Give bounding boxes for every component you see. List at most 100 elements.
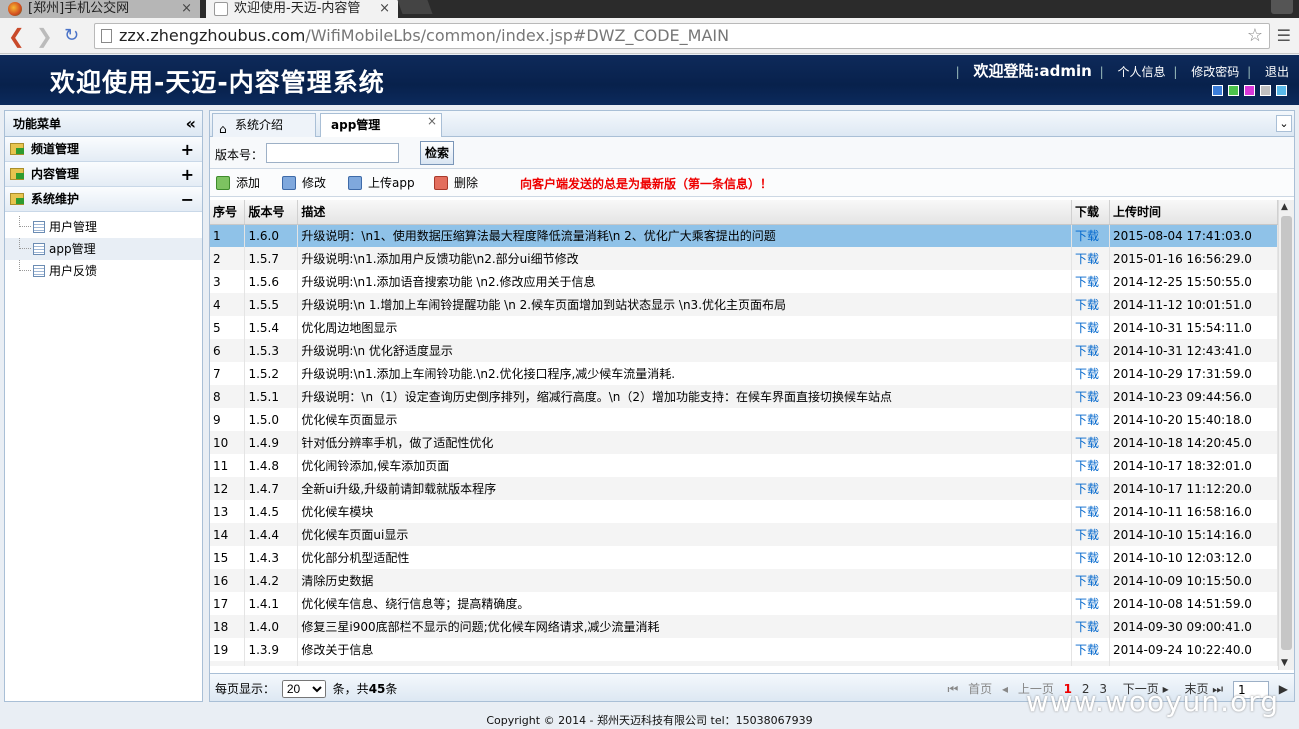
first-page-button[interactable]: ⏮ 首页 <box>948 682 993 696</box>
browser-tab-1[interactable]: [郑州]手机公交网 × <box>0 0 200 18</box>
change-password-link[interactable]: 修改密码 <box>1191 65 1239 79</box>
browser-tabstrip: [郑州]手机公交网 × 欢迎使用-天迈-内容管 × <box>0 0 1299 18</box>
theme-swatch[interactable] <box>1276 85 1287 96</box>
browser-menu-icon[interactable]: ☰ <box>1277 26 1291 45</box>
table-row[interactable]: 2 1.5.7 升级说明:\n1.添加用户反馈功能\n2.部分ui细节修改 下载 201… <box>210 247 1278 270</box>
back-arrow-icon[interactable]: ❮ <box>8 24 25 48</box>
tab-system-intro[interactable]: ⌂ 系统介绍 <box>212 113 316 137</box>
download-link[interactable]: 下载 <box>1071 477 1110 500</box>
upload-app-button[interactable]: 上传app <box>348 175 415 191</box>
profile-link[interactable]: 个人信息 <box>1118 65 1166 79</box>
table-row[interactable]: 16 1.4.2 清除历史数据 下载 2014-10-09 10:15:50.0 <box>210 569 1278 592</box>
table-row[interactable]: 5 1.5.4 优化周边地图显示 下载 2014-10-31 15:54:11.0 <box>210 316 1278 339</box>
download-link[interactable]: 下载 <box>1071 661 1110 666</box>
scroll-up-icon[interactable]: ▲ <box>1281 202 1288 212</box>
sidebar: 功能菜单 « 频道管理 + 内容管理 + 系统维护 − 用户管理 app管理 用… <box>4 110 203 702</box>
download-link[interactable]: 下载 <box>1071 270 1110 293</box>
download-link[interactable]: 下载 <box>1071 339 1110 362</box>
download-link[interactable]: 下载 <box>1071 293 1110 316</box>
search-button[interactable]: 检索 <box>420 141 454 165</box>
expand-icon[interactable]: + <box>181 162 194 187</box>
theme-swatch[interactable] <box>1260 85 1271 96</box>
download-link[interactable]: 下载 <box>1071 638 1110 661</box>
theme-swatch[interactable] <box>1244 85 1255 96</box>
download-link[interactable]: 下载 <box>1071 569 1110 592</box>
per-page-select[interactable]: 20 <box>281 680 326 698</box>
collapse-sidebar-icon[interactable]: « <box>186 111 196 137</box>
table-row[interactable]: 18 1.4.0 修复三星i900底部栏不显示的问题;优化候车网络请求,减少流量消耗… <box>210 615 1278 638</box>
sidebar-section-channel[interactable]: 频道管理 + <box>5 137 202 162</box>
collapse-icon[interactable]: − <box>181 187 194 212</box>
vertical-scrollbar[interactable]: ▲ ▼ <box>1278 200 1294 670</box>
sidebar-section-system[interactable]: 系统维护 − <box>5 187 202 212</box>
row-version: 1.3.9 <box>244 638 299 661</box>
table-row[interactable]: 6 1.5.3 升级说明:\n 优化舒适度显示 下载 2014-10-31 12:43:… <box>210 339 1278 362</box>
sidebar-section-content[interactable]: 内容管理 + <box>5 162 202 187</box>
profile-icon[interactable] <box>1271 0 1293 14</box>
edit-button[interactable]: 修改 <box>282 175 326 191</box>
address-bar[interactable]: zzx.zhengzhoubus.com/WifiMobileLbs/commo… <box>94 23 1270 49</box>
bookmark-star-icon[interactable]: ☆ <box>1247 24 1263 48</box>
download-link[interactable]: 下载 <box>1071 546 1110 569</box>
table-row[interactable]: 12 1.4.7 全新ui升级,升级前请卸载就版本程序 下载 2014-10-17 11… <box>210 477 1278 500</box>
notice-text: 向客户端发送的总是为最新版（第一条信息）！ <box>520 177 773 191</box>
download-link[interactable]: 下载 <box>1071 316 1110 339</box>
table-row[interactable]: 19 1.3.9 修改关于信息 下载 2014-09-24 10:22:40.0 <box>210 638 1278 661</box>
app-title: 欢迎使用-天迈-内容管理系统 <box>50 68 385 97</box>
table-row[interactable]: 9 1.5.0 优化候车页面显示 下载 2014-10-20 15:40:18.0 <box>210 408 1278 431</box>
table-row[interactable]: 3 1.5.6 升级说明:\n1.添加语音搜索功能 \n2.修改应用关于信息 下载 20… <box>210 270 1278 293</box>
table-row[interactable]: 4 1.5.5 升级说明:\n 1.增加上车闹铃提醒功能 \n 2.候车页面增加到站… <box>210 293 1278 316</box>
chevron-down-icon[interactable]: ⌄ <box>1276 115 1292 132</box>
table-row[interactable]: 8 1.5.1 升级说明：\n（1）设定查询历史倒序排列，缩减行高度。\n（2）增加… <box>210 385 1278 408</box>
table-row[interactable]: 7 1.5.2 升级说明:\n1.添加上车闹铃功能.\n2.优化接口程序,减少候车流… <box>210 362 1278 385</box>
scroll-down-icon[interactable]: ▼ <box>1281 658 1288 668</box>
download-link[interactable]: 下载 <box>1071 408 1110 431</box>
table-row[interactable]: 13 1.4.5 优化候车模块 下载 2014-10-11 16:58:16.0 <box>210 500 1278 523</box>
forward-arrow-icon[interactable]: ❯ <box>36 24 53 48</box>
column-header[interactable]: 下载 <box>1071 200 1110 225</box>
sidebar-item-users[interactable]: 用户管理 <box>5 216 202 238</box>
tab-app-manage[interactable]: app管理 × <box>320 113 442 138</box>
theme-swatch[interactable] <box>1212 85 1223 96</box>
table-row[interactable]: 201.3.8优化地图模式显示下载2014-09-23 11:34:36.0 <box>210 661 1278 666</box>
download-link[interactable]: 下载 <box>1071 362 1110 385</box>
download-link[interactable]: 下载 <box>1071 523 1110 546</box>
column-header[interactable]: 描述 <box>297 200 1073 225</box>
download-link[interactable]: 下载 <box>1071 615 1110 638</box>
table-row[interactable]: 1 1.6.0 升级说明：\n1、使用数据压缩算法最大程度降低流量消耗\n 2、优化… <box>210 224 1278 247</box>
close-tab-icon[interactable]: × <box>379 0 390 18</box>
download-link[interactable]: 下载 <box>1071 431 1110 454</box>
browser-tab-2[interactable]: 欢迎使用-天迈-内容管 × <box>206 0 398 18</box>
column-header[interactable]: 上传时间 <box>1109 200 1278 225</box>
close-tab-icon[interactable]: × <box>427 110 437 132</box>
delete-button[interactable]: 删除 <box>434 175 478 191</box>
theme-swatch[interactable] <box>1228 85 1239 96</box>
column-header[interactable]: 序号 <box>210 200 246 225</box>
table-row[interactable]: 10 1.4.9 针对低分辨率手机，做了适配性优化 下载 2014-10-18 14:2… <box>210 431 1278 454</box>
expand-icon[interactable]: + <box>181 137 194 162</box>
download-link[interactable]: 下载 <box>1071 454 1110 477</box>
go-arrow-icon[interactable]: ▶ <box>1279 682 1288 696</box>
table-row[interactable]: 17 1.4.1 优化候车信息、绕行信息等；提高精确度。 下载 2014-10-08 1… <box>210 592 1278 615</box>
page-tabs: ⌂ 系统介绍 app管理 × ⌄ <box>210 111 1294 138</box>
new-tab-button[interactable] <box>397 0 433 14</box>
row-upload-time: 2014-10-31 15:54:11.0 <box>1109 316 1278 339</box>
version-input[interactable] <box>266 143 399 163</box>
download-link[interactable]: 下载 <box>1071 500 1110 523</box>
download-link[interactable]: 下载 <box>1071 224 1110 247</box>
sidebar-item-app[interactable]: app管理 <box>5 238 202 260</box>
download-link[interactable]: 下载 <box>1071 247 1110 270</box>
table-row[interactable]: 15 1.4.3 优化部分机型适配性 下载 2014-10-10 12:03:12.0 <box>210 546 1278 569</box>
add-button[interactable]: 添加 <box>216 175 260 191</box>
download-link[interactable]: 下载 <box>1071 385 1110 408</box>
table-row[interactable]: 14 1.4.4 优化候车页面ui显示 下载 2014-10-10 15:14:16.0 <box>210 523 1278 546</box>
scroll-thumb[interactable] <box>1281 216 1292 650</box>
sidebar-item-feedback[interactable]: 用户反馈 <box>5 260 202 282</box>
site-favicon-icon <box>8 2 22 16</box>
close-tab-icon[interactable]: × <box>181 0 192 18</box>
reload-icon[interactable]: ↻ <box>64 25 79 46</box>
download-link[interactable]: 下载 <box>1071 592 1110 615</box>
table-row[interactable]: 11 1.4.8 优化闹铃添加,候车添加页面 下载 2014-10-17 18:32:0… <box>210 454 1278 477</box>
column-header[interactable]: 版本号 <box>244 200 299 225</box>
logout-link[interactable]: 退出 <box>1265 65 1289 79</box>
